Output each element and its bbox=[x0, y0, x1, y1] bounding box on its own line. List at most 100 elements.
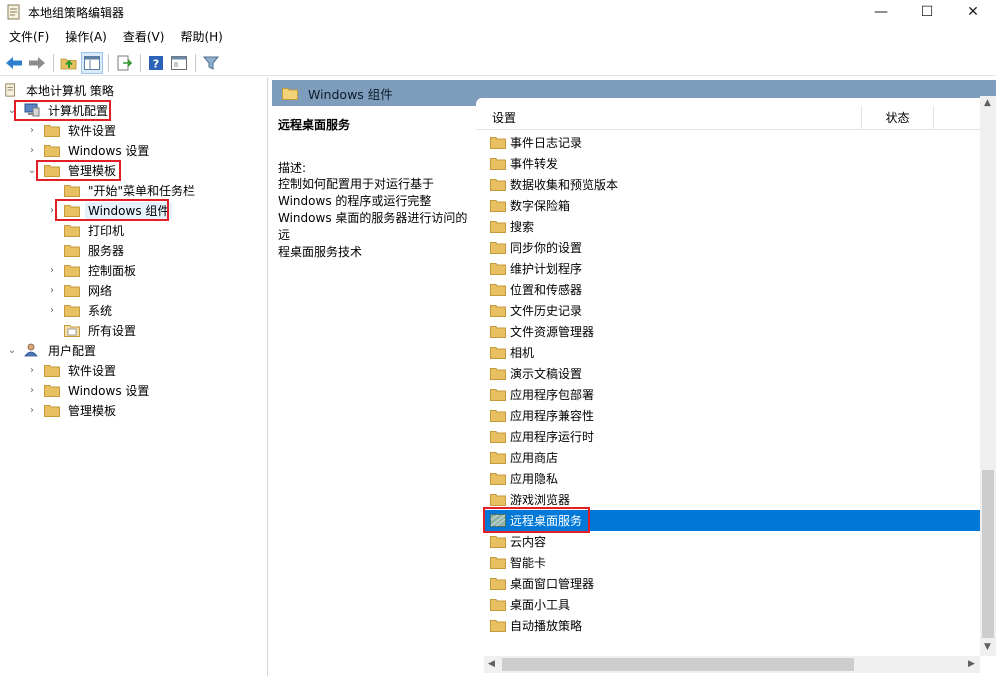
list-item[interactable]: 事件转发 bbox=[484, 153, 981, 174]
list-item[interactable]: 搜索 bbox=[484, 216, 981, 237]
menu-file[interactable]: 文件(F) bbox=[2, 26, 56, 48]
filter-button[interactable] bbox=[200, 52, 222, 74]
list-item[interactable]: 维护计划程序 bbox=[484, 258, 981, 279]
list-item[interactable]: 云内容 bbox=[484, 531, 981, 552]
list-item[interactable]: 相机 bbox=[484, 342, 981, 363]
tree-label: 本地计算机 策略 bbox=[26, 83, 114, 98]
list-item-label: 文件历史记录 bbox=[510, 304, 583, 318]
show-hide-tree-button[interactable] bbox=[81, 51, 103, 74]
list-item[interactable]: 数字保险箱 bbox=[484, 195, 981, 216]
minimize-button[interactable]: — bbox=[858, 0, 904, 24]
list-item[interactable]: 应用程序兼容性 bbox=[484, 405, 981, 426]
tree-label: "开始"菜单和任务栏 bbox=[88, 183, 196, 198]
list-item-label: 维护计划程序 bbox=[510, 262, 583, 276]
user-icon bbox=[24, 343, 38, 357]
list-item[interactable]: 数据收集和预览版本 bbox=[484, 174, 981, 195]
folder-icon bbox=[44, 144, 60, 157]
maximize-button[interactable]: ☐ bbox=[904, 0, 950, 24]
list-item[interactable]: 事件日志记录 bbox=[484, 132, 981, 153]
chevron-right-icon[interactable]: › bbox=[26, 364, 38, 376]
policy-document-icon bbox=[5, 83, 15, 97]
tree-label: 软件设置 bbox=[68, 123, 117, 138]
chevron-right-icon[interactable]: › bbox=[26, 144, 38, 156]
chevron-right-icon[interactable]: › bbox=[26, 404, 38, 416]
list-item[interactable]: 演示文稿设置 bbox=[484, 363, 981, 384]
export-list-button[interactable] bbox=[113, 52, 135, 74]
tree-label: 控制面板 bbox=[88, 263, 137, 278]
tree-item-root[interactable]: 本地计算机 策略 bbox=[4, 80, 117, 100]
scroll-up-icon[interactable]: ▲ bbox=[984, 98, 991, 108]
up-button[interactable] bbox=[58, 52, 80, 74]
list-item-label: 自动播放策略 bbox=[510, 619, 583, 633]
tree-item-system[interactable]: › 系统 bbox=[46, 300, 115, 320]
chevron-right-icon[interactable]: › bbox=[26, 124, 38, 136]
list-item-label: 文件资源管理器 bbox=[510, 325, 595, 339]
tree-label: 服务器 bbox=[88, 243, 125, 258]
list-item[interactable]: 应用程序包部署 bbox=[484, 384, 981, 405]
chevron-right-icon[interactable]: › bbox=[46, 304, 58, 316]
menu-action[interactable]: 操作(A) bbox=[58, 26, 114, 48]
folder-icon bbox=[490, 326, 506, 338]
list-item[interactable]: 桌面窗口管理器 bbox=[484, 573, 981, 594]
column-header-status[interactable]: 状态 bbox=[862, 105, 934, 130]
back-button[interactable] bbox=[3, 52, 25, 74]
menu-help[interactable]: 帮助(H) bbox=[173, 26, 229, 48]
tree-item-uc-admin[interactable]: › 管理模板 bbox=[26, 400, 119, 420]
folder-icon bbox=[490, 137, 506, 149]
tree-item-server[interactable]: 服务器 bbox=[46, 240, 127, 260]
tree-item-control-panel[interactable]: › 控制面板 bbox=[46, 260, 139, 280]
list-item[interactable]: 应用隐私 bbox=[484, 468, 981, 489]
tree-item-cc-software[interactable]: › 软件设置 bbox=[26, 120, 119, 140]
tree-item-uc-software[interactable]: › 软件设置 bbox=[26, 360, 119, 380]
tree-item-network[interactable]: › 网络 bbox=[46, 280, 115, 300]
list-item[interactable]: 同步你的设置 bbox=[484, 237, 981, 258]
tree-item-cc-windows[interactable]: › Windows 设置 bbox=[26, 140, 152, 160]
list-item[interactable]: 位置和传感器 bbox=[484, 279, 981, 300]
chevron-right-icon[interactable]: › bbox=[46, 284, 58, 296]
column-header-settings[interactable]: 设置 bbox=[476, 105, 862, 130]
forward-button[interactable] bbox=[26, 52, 48, 74]
description-line: Windows 桌面的服务器进行访问的远 bbox=[278, 211, 468, 242]
forward-arrow-icon bbox=[29, 56, 45, 69]
list-item-label: 事件转发 bbox=[510, 157, 559, 171]
scroll-down-icon[interactable]: ▼ bbox=[984, 642, 991, 652]
folder-icon bbox=[490, 221, 506, 233]
chevron-right-icon[interactable]: › bbox=[46, 264, 58, 276]
list-item[interactable]: 文件历史记录 bbox=[484, 300, 981, 321]
list-item[interactable]: 桌面小工具 bbox=[484, 594, 981, 615]
tree-label: 所有设置 bbox=[88, 323, 137, 338]
folder-icon bbox=[282, 87, 298, 100]
tree-item-user-config[interactable]: ⌄ 用户配置 bbox=[6, 340, 99, 360]
folder-icon bbox=[44, 384, 60, 397]
scroll-left-icon[interactable]: ◀ bbox=[488, 659, 495, 669]
scroll-right-icon[interactable]: ▶ bbox=[968, 659, 975, 669]
chevron-right-icon[interactable]: › bbox=[26, 384, 38, 396]
vertical-scroll-thumb[interactable] bbox=[982, 470, 994, 638]
tree-item-all-settings[interactable]: 所有设置 bbox=[46, 320, 139, 340]
list-item[interactable]: 智能卡 bbox=[484, 552, 981, 573]
tree-item-printer[interactable]: 打印机 bbox=[46, 220, 127, 240]
tree-label: 管理模板 bbox=[68, 403, 117, 418]
description-title: 远程桌面服务 bbox=[278, 118, 351, 132]
tree-label: Windows 设置 bbox=[68, 383, 150, 398]
list-item[interactable]: 自动播放策略 bbox=[484, 615, 981, 636]
horizontal-scrollbar[interactable]: ◀ ▶ bbox=[484, 656, 980, 673]
column-headers: 设置 状态 bbox=[476, 105, 981, 130]
list-item[interactable]: 文件资源管理器 bbox=[484, 321, 981, 342]
vertical-scrollbar[interactable]: ▲ ▼ bbox=[980, 96, 996, 656]
menu-view[interactable]: 查看(V) bbox=[116, 26, 172, 48]
help-button[interactable]: ? bbox=[145, 52, 167, 74]
folder-icon bbox=[490, 389, 506, 401]
list-item[interactable]: 应用程序运行时 bbox=[484, 426, 981, 447]
close-button[interactable]: ✕ bbox=[950, 0, 996, 24]
tree-item-start-menu[interactable]: "开始"菜单和任务栏 bbox=[46, 180, 198, 200]
properties-button[interactable] bbox=[168, 52, 190, 74]
tree-item-uc-windows[interactable]: › Windows 设置 bbox=[26, 380, 152, 400]
tree-label: Windows 设置 bbox=[68, 143, 150, 158]
menu-bar: 文件(F) 操作(A) 查看(V) 帮助(H) bbox=[0, 26, 230, 48]
list-item[interactable]: 应用商店 bbox=[484, 447, 981, 468]
horizontal-scroll-thumb[interactable] bbox=[502, 658, 854, 671]
list-item-label: 游戏浏览器 bbox=[510, 493, 571, 507]
chevron-down-icon[interactable]: ⌄ bbox=[6, 344, 18, 356]
